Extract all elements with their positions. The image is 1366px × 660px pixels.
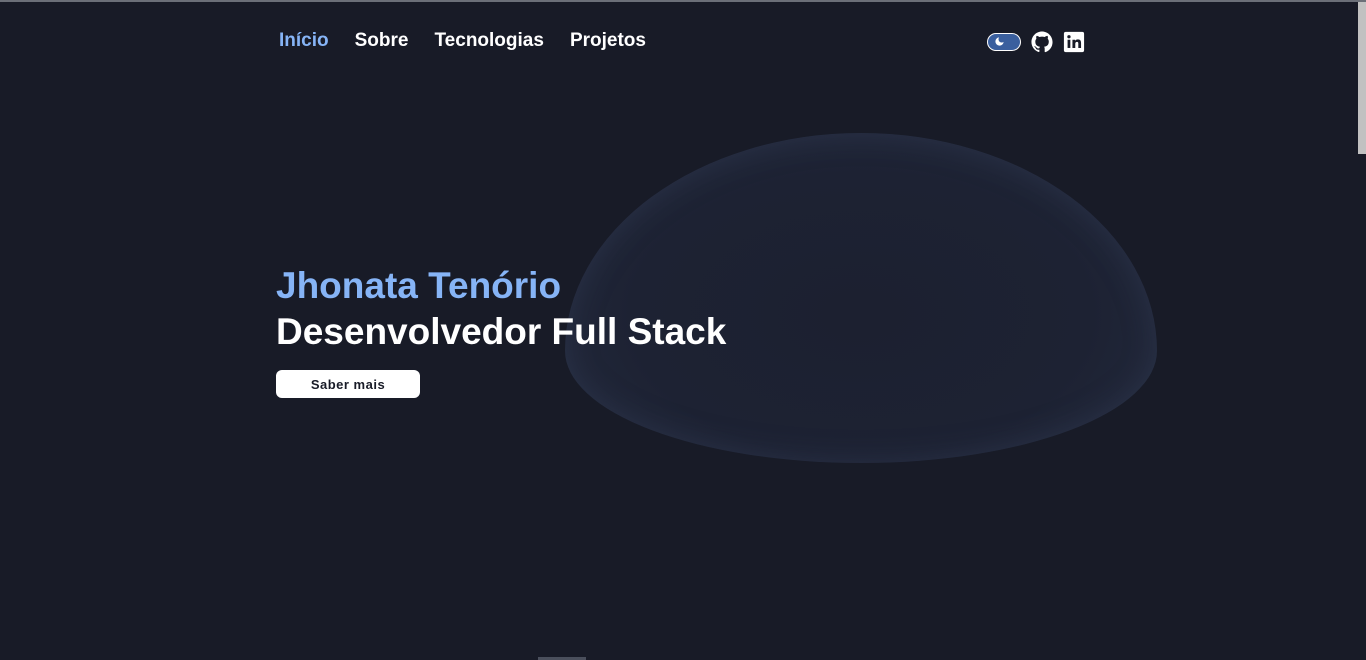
nav-item-projetos[interactable]: Projetos (570, 30, 646, 52)
nav-item-sobre[interactable]: Sobre (355, 30, 409, 52)
moon-icon (995, 37, 1004, 46)
main-nav: Início Sobre Tecnologias Projetos (279, 30, 646, 52)
window-top-border (0, 0, 1366, 2)
hero-role: Desenvolvedor Full Stack (276, 311, 727, 352)
hero-section: Jhonata Tenório Desenvolvedor Full Stack (276, 264, 726, 356)
theme-toggle[interactable] (987, 33, 1021, 51)
scrollbar-thumb[interactable] (1358, 2, 1366, 154)
hero-name: Jhonata Tenório (276, 265, 562, 306)
github-icon[interactable] (1031, 31, 1053, 53)
nav-item-tecnologias[interactable]: Tecnologias (434, 30, 543, 52)
header-controls (987, 31, 1085, 53)
saber-mais-button[interactable]: Saber mais (276, 370, 420, 398)
nav-item-inicio[interactable]: Início (279, 30, 329, 52)
linkedin-icon[interactable] (1063, 31, 1085, 53)
